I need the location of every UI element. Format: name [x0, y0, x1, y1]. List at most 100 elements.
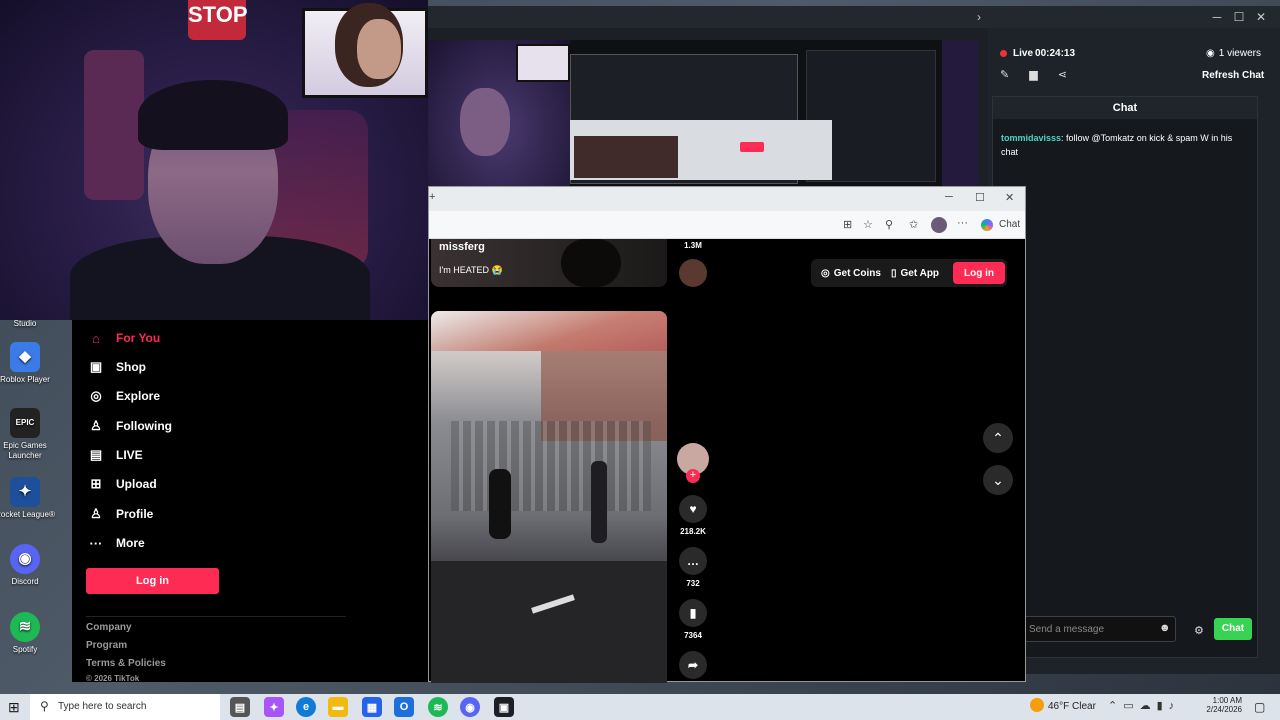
- minimize-button[interactable]: ─: [1206, 6, 1228, 28]
- weather-text[interactable]: 46°F Clear: [1048, 701, 1096, 712]
- chat-header: Chat: [993, 97, 1257, 119]
- footer-program[interactable]: Program: [86, 640, 127, 651]
- divider: [86, 616, 346, 617]
- browser-titlebar: + ─ ☐ ✕: [429, 187, 1025, 211]
- sidebar-login-button[interactable]: Log in: [86, 568, 219, 594]
- wall-tv: [302, 8, 428, 98]
- footer-terms[interactable]: Terms & Policies: [86, 658, 166, 669]
- nav-upload[interactable]: ⊞ Upload: [88, 473, 157, 495]
- nav-more[interactable]: ··· More: [88, 532, 145, 554]
- message-input[interactable]: Send a message ☻: [1022, 616, 1176, 642]
- desktop-icon-label: Epic Games Launcher: [3, 441, 47, 460]
- profile-icon: ♙: [90, 506, 102, 521]
- prev-author-avatar[interactable]: [679, 259, 707, 287]
- minimize-button[interactable]: ─: [945, 191, 953, 203]
- heart-icon[interactable]: ♥: [679, 495, 707, 523]
- outlook-icon[interactable]: O: [394, 697, 414, 717]
- chat-username[interactable]: tommidavisss: [1001, 133, 1061, 143]
- next-video-button[interactable]: ⌄: [983, 465, 1013, 495]
- close-button[interactable]: ✕: [1250, 6, 1272, 28]
- copilot-icon[interactable]: [981, 219, 993, 231]
- nav-following[interactable]: ♙ Following: [88, 415, 172, 437]
- taskbar-search[interactable]: ⚲ Type here to search: [30, 694, 220, 720]
- weather-moon-icon: [1030, 698, 1044, 712]
- desktop-icon-epic-games[interactable]: EPIC Epic Games Launcher: [0, 408, 60, 461]
- pencil-icon[interactable]: ✎: [1000, 68, 1009, 81]
- desktop-icon-studio[interactable]: Studio: [0, 319, 60, 329]
- nav-label: LIVE: [116, 448, 143, 462]
- video-shape: [561, 239, 621, 287]
- header-login-button[interactable]: Log in: [953, 262, 1005, 284]
- favorites-icon[interactable]: ✩: [909, 218, 918, 231]
- settings-gear-icon[interactable]: ⚙: [1194, 624, 1204, 637]
- profile-avatar[interactable]: [931, 217, 947, 233]
- previous-video[interactable]: missferg I'm HEATED 😭: [431, 239, 667, 287]
- search-icon: ⚲: [40, 699, 49, 713]
- share-arrow-icon[interactable]: ➦: [679, 651, 707, 679]
- windows-start-icon[interactable]: ⊞: [8, 699, 20, 716]
- desktop-icon-label: Rocket League®: [0, 510, 55, 519]
- streaming-app-taskbar-icon[interactable]: ▣: [494, 697, 514, 717]
- share-icon[interactable]: ⋖: [1058, 68, 1067, 81]
- video-caption: I'm HEATED 😭: [439, 265, 503, 275]
- nav-live[interactable]: ▤ LIVE: [88, 444, 143, 466]
- file-explorer-icon[interactable]: ▬: [328, 697, 348, 717]
- desktop-icon-label: Spotify: [12, 645, 38, 654]
- stream-preview: [428, 40, 978, 190]
- preview-face: [460, 88, 510, 156]
- get-coins-button[interactable]: ◎ Get Coins: [813, 262, 889, 284]
- maximize-button[interactable]: ☐: [975, 191, 985, 204]
- following-icon: ♙: [90, 418, 102, 433]
- desktop-icon-roblox[interactable]: ◆ Roblox Player: [0, 342, 60, 385]
- live-icon: ▤: [89, 447, 103, 462]
- desktop-icon-discord[interactable]: ◉ Discord: [0, 544, 60, 587]
- clock-date: 2/24/2026: [1206, 705, 1242, 714]
- bookmark-icon[interactable]: ▮: [679, 599, 707, 627]
- close-button[interactable]: ✕: [1005, 191, 1014, 204]
- folder-icon[interactable]: ▆: [1029, 68, 1037, 81]
- main-video[interactable]: [431, 311, 667, 683]
- desktop-icon-spotify[interactable]: ≋ Spotify: [0, 612, 60, 655]
- previous-video-button[interactable]: ⌃: [983, 423, 1013, 453]
- system-tray-icons[interactable]: ⌃▭☁▮♪: [1108, 699, 1180, 712]
- desktop-icon-rocket-league[interactable]: ✦ Rocket League®: [0, 477, 60, 520]
- comment-icon[interactable]: …: [679, 547, 707, 575]
- extensions-icon[interactable]: ⚲: [885, 218, 893, 231]
- nav-profile[interactable]: ♙ Profile: [88, 503, 153, 525]
- edge-icon[interactable]: e: [296, 697, 316, 717]
- save-group: ▮ 7364: [675, 599, 711, 640]
- new-tab-icon[interactable]: +: [429, 191, 435, 203]
- nav-shop[interactable]: ▣ Shop: [88, 356, 146, 378]
- panel-expand-icon[interactable]: ›: [968, 6, 990, 28]
- emoji-icon[interactable]: ☻: [1159, 622, 1171, 634]
- desktop-icon-label: Roblox Player: [0, 375, 50, 384]
- prev-likes-count: 1.3M: [684, 241, 702, 250]
- clock[interactable]: 1:00 AM 2/24/2026: [1200, 696, 1242, 714]
- nav-explore[interactable]: ◎ Explore: [88, 385, 160, 407]
- chat-send-button[interactable]: Chat: [1214, 618, 1252, 640]
- follow-plus-icon[interactable]: +: [686, 469, 700, 483]
- nav-for-you[interactable]: ⌂ For You: [88, 327, 160, 349]
- reader-icon[interactable]: ⊞: [843, 218, 852, 231]
- get-coins-label: Get Coins: [833, 267, 881, 279]
- notification-icon[interactable]: ▢: [1254, 700, 1265, 714]
- get-app-label: Get App: [900, 267, 940, 279]
- favorite-star-icon[interactable]: ☆: [863, 218, 873, 231]
- person-standing: [591, 461, 607, 543]
- store-icon[interactable]: ▦: [362, 697, 382, 717]
- task-view-icon[interactable]: ▤: [230, 697, 250, 717]
- nav-label: Following: [116, 419, 172, 433]
- chat-tools: ✎ ▆ ⋖: [1000, 68, 1067, 81]
- refresh-chat-button[interactable]: Refresh Chat: [1202, 70, 1264, 81]
- footer-company[interactable]: Company: [86, 622, 132, 633]
- discord-taskbar-icon[interactable]: ◉: [460, 697, 480, 717]
- chevron-up-icon: ⌃: [992, 429, 1004, 446]
- copilot-taskbar-icon[interactable]: ✦: [264, 697, 284, 717]
- person-jumping: [489, 469, 511, 539]
- copilot-chat-label[interactable]: Chat: [999, 219, 1020, 230]
- spotify-taskbar-icon[interactable]: ≋: [428, 697, 448, 717]
- maximize-button[interactable]: ☐: [1228, 6, 1250, 28]
- video-author[interactable]: missferg: [439, 241, 485, 253]
- more-options-icon[interactable]: ···: [957, 217, 968, 229]
- get-app-button[interactable]: ▯ Get App: [883, 262, 947, 284]
